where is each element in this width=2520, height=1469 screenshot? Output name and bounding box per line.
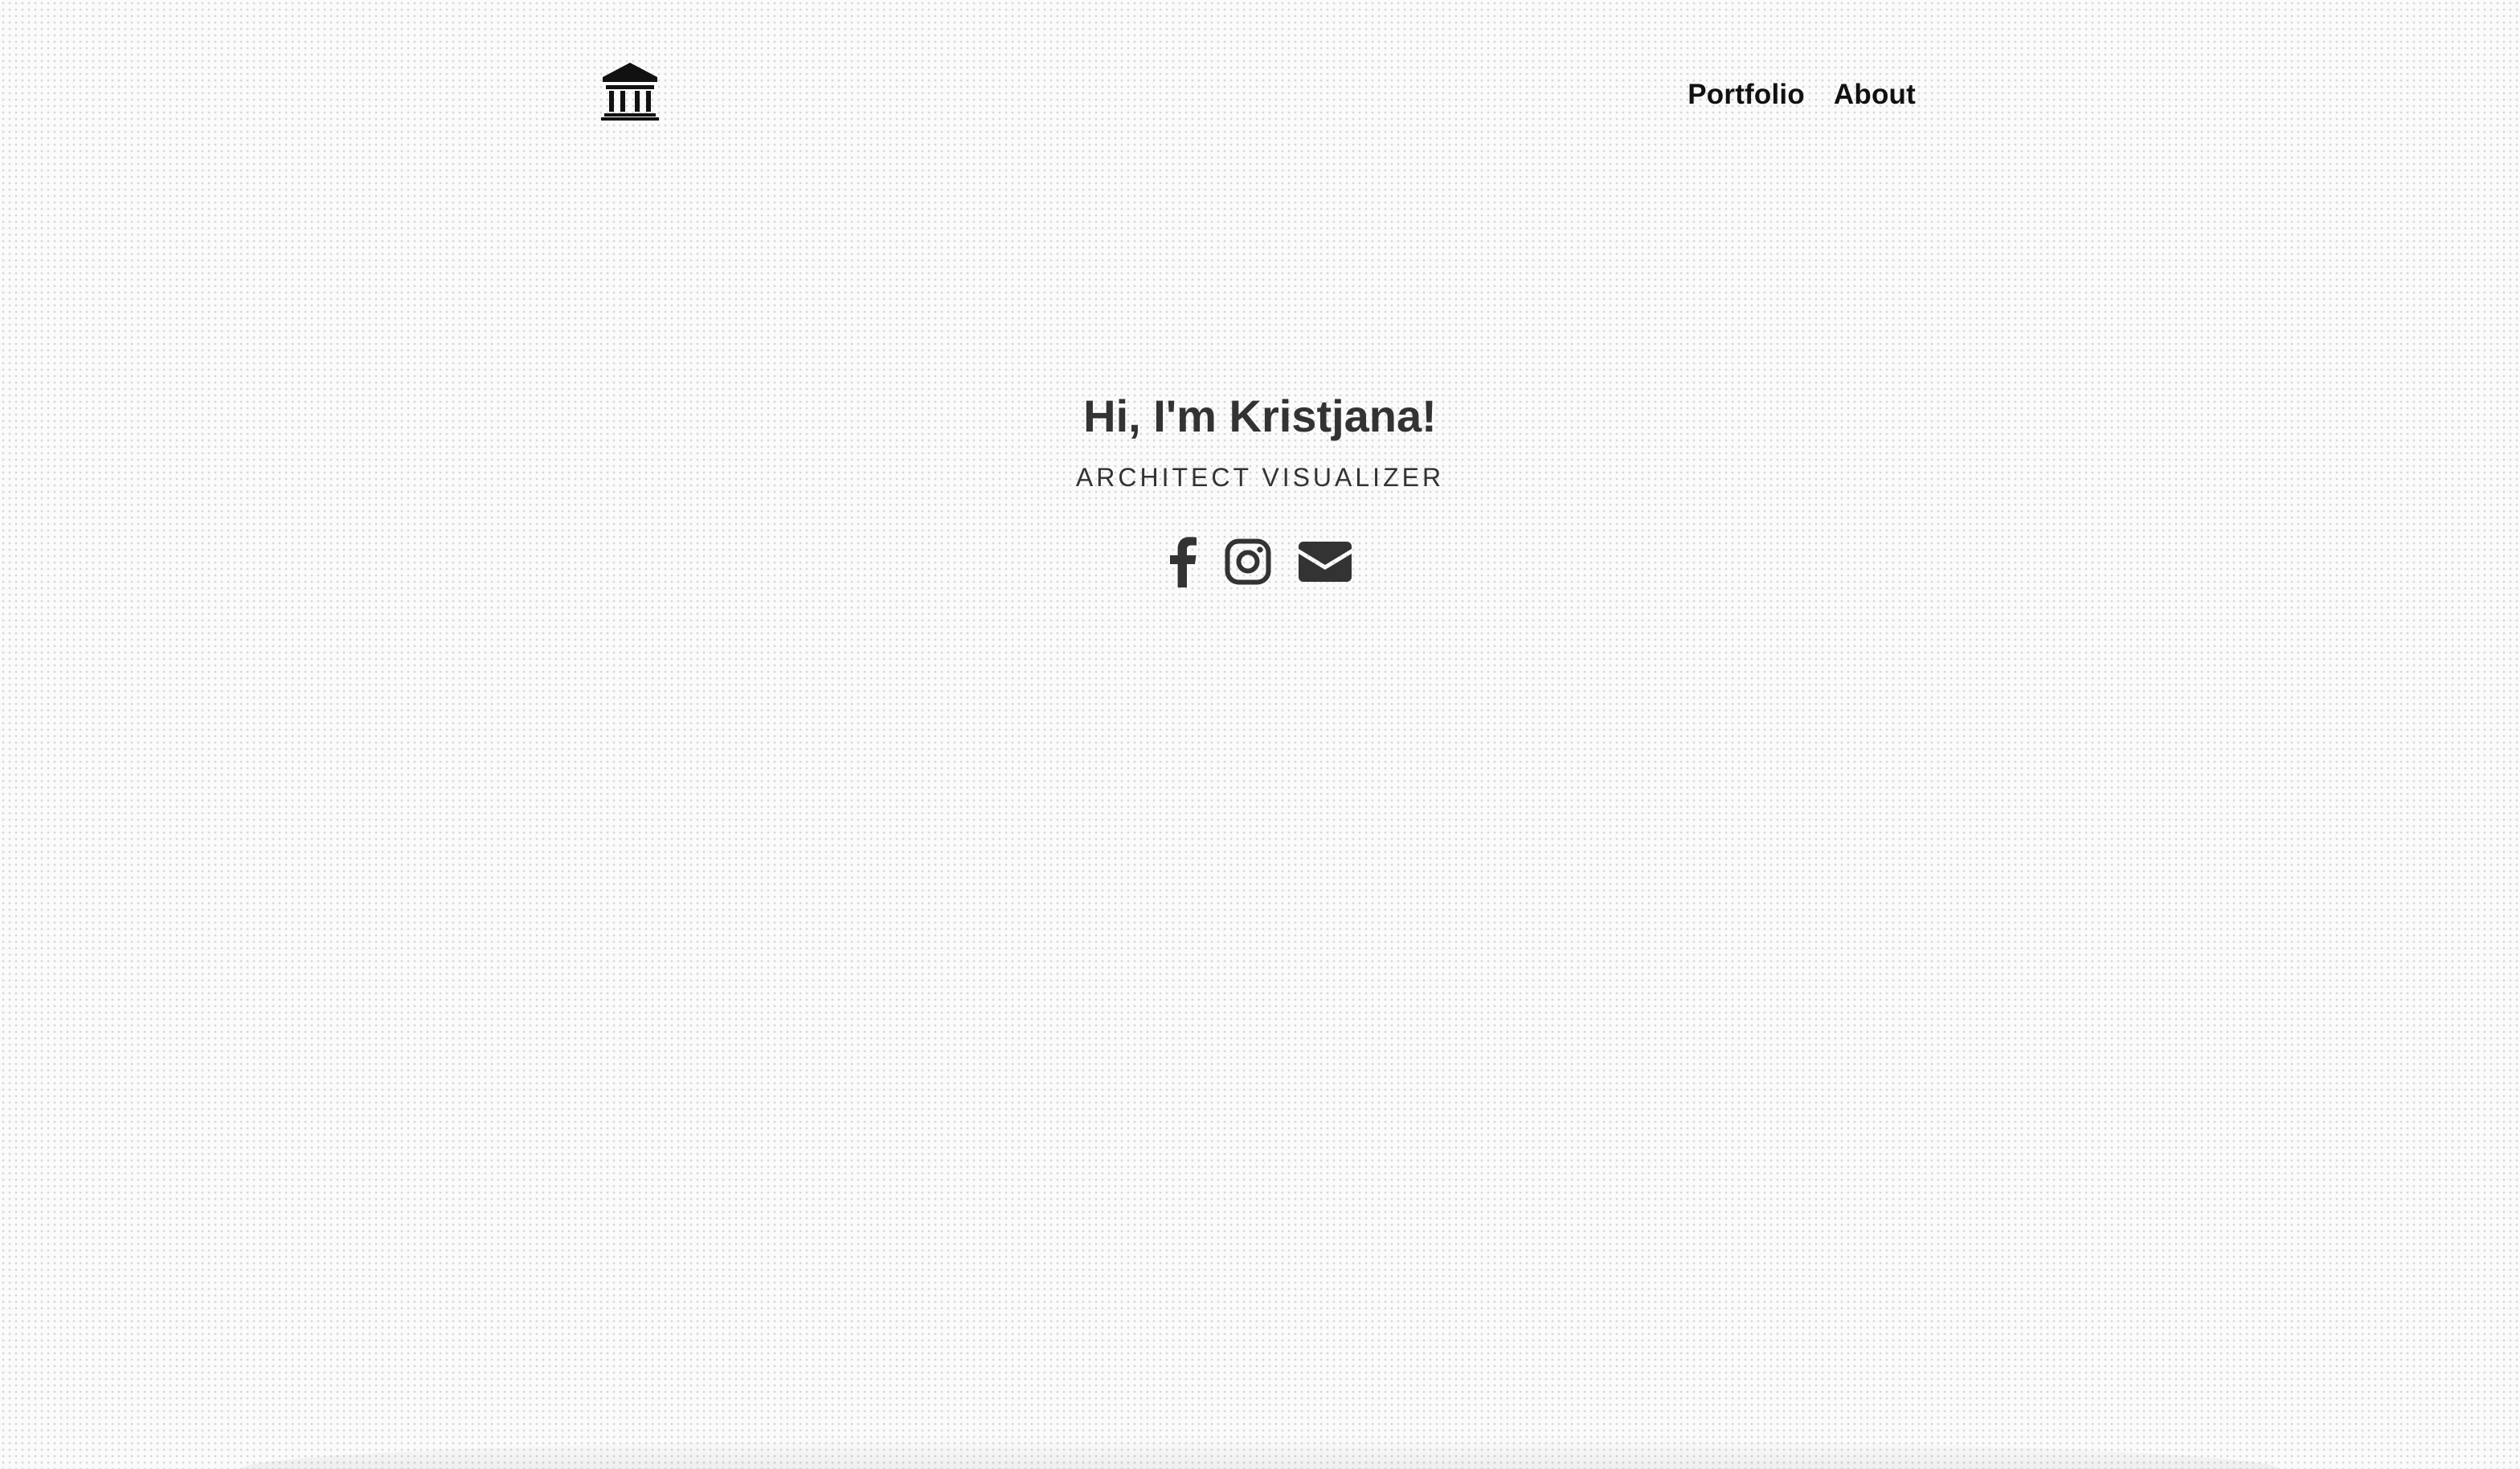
facebook-link[interactable] bbox=[1168, 536, 1197, 587]
instagram-link[interactable] bbox=[1225, 538, 1271, 585]
nav-link-about[interactable]: About bbox=[1834, 79, 1916, 111]
facebook-icon bbox=[1168, 536, 1197, 587]
building-columns-icon bbox=[599, 61, 661, 121]
email-link[interactable] bbox=[1299, 542, 1352, 582]
social-links bbox=[0, 536, 2520, 587]
instagram-icon bbox=[1225, 538, 1271, 585]
main-nav: Portfolio About bbox=[1688, 79, 1916, 111]
hero-section: Hi, I'm Kristjana! ARCHITECT VISUALIZER bbox=[0, 384, 2520, 587]
hero-subtitle: ARCHITECT VISUALIZER bbox=[1075, 463, 1445, 492]
envelope-icon bbox=[1299, 542, 1352, 582]
bottom-shadow bbox=[241, 1437, 2279, 1469]
home-logo-link[interactable] bbox=[599, 61, 661, 121]
nav-link-portfolio[interactable]: Portfolio bbox=[1688, 79, 1805, 111]
hero-title: Hi, I'm Kristjana! bbox=[1083, 391, 1437, 441]
